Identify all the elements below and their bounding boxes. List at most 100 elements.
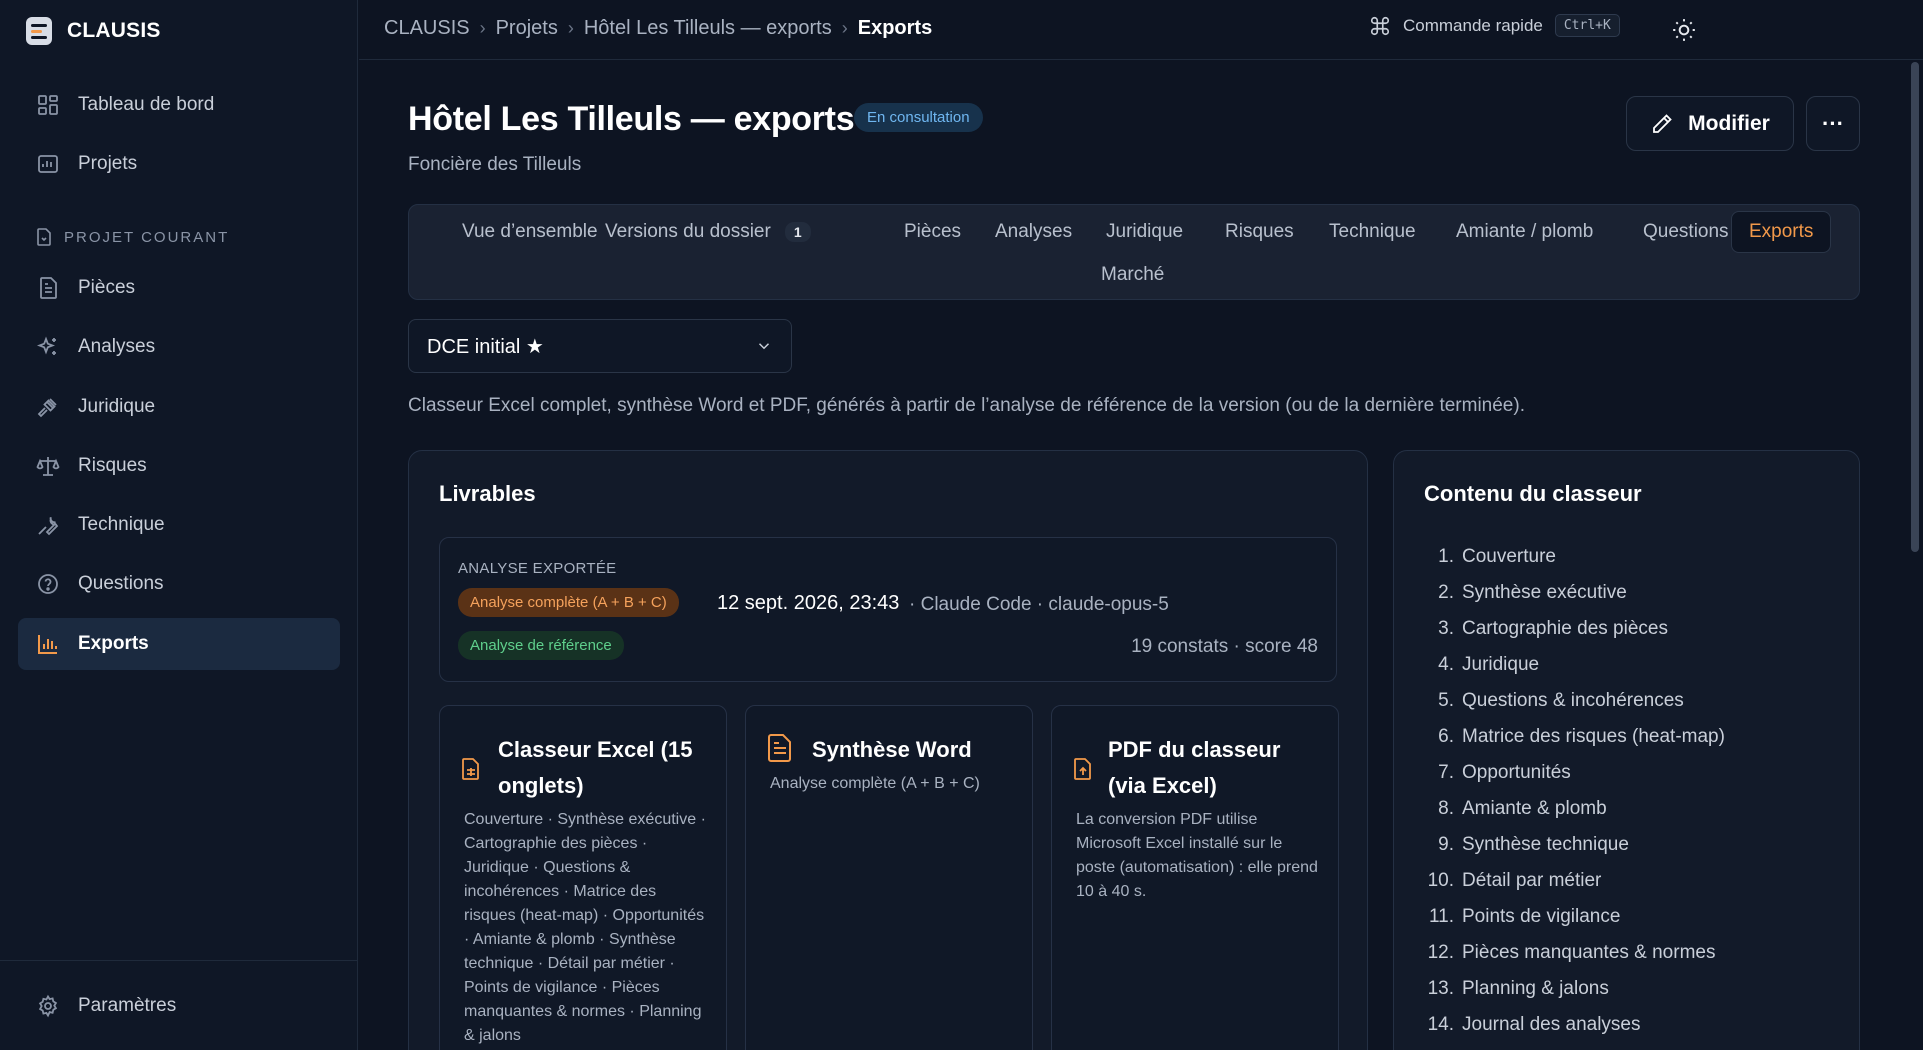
list-item: 13. Planning & jalons: [1424, 971, 1725, 1007]
brand[interactable]: CLAUSIS: [25, 14, 161, 48]
theme-toggle-button[interactable]: [1671, 17, 1697, 43]
list-item-number: 1.: [1438, 546, 1454, 567]
list-item-number: 6.: [1438, 726, 1454, 747]
help-circle-icon: [38, 574, 58, 594]
sidebar-item-label: Tableau de bord: [78, 94, 215, 115]
tab-questions[interactable]: Questions: [1626, 211, 1746, 253]
tab-analyses[interactable]: Analyses: [978, 211, 1089, 253]
logo-icon: [26, 17, 52, 45]
page-title: Hôtel Les Tilleuls — exports: [408, 100, 855, 138]
tab-count-badge: 1: [784, 222, 811, 242]
sidebar-item-technique[interactable]: Technique: [18, 499, 340, 551]
list-item-label: Opportunités: [1462, 762, 1571, 783]
list-item-label: Questions & incohérences: [1462, 690, 1684, 711]
list-item: 14. Journal des analyses: [1424, 1007, 1725, 1043]
list-item: 9. Synthèse technique: [1424, 827, 1725, 863]
list-item-label: Synthèse technique: [1462, 834, 1629, 855]
list-item: 8. Amiante & plomb: [1424, 791, 1725, 827]
word-card-title: Synthèse Word: [812, 737, 972, 762]
gear-icon: [38, 994, 58, 1018]
dashboard-icon: [38, 95, 58, 115]
sidebar-item-tableau-de-bord[interactable]: Tableau de bord: [18, 79, 340, 131]
more-icon: ···: [1822, 110, 1844, 136]
tab-versions-du-dossier[interactable]: Versions du dossier 1: [588, 211, 828, 253]
version-select[interactable]: DCE initial ★: [408, 319, 792, 373]
chevron-right-icon: ›: [479, 18, 486, 38]
quick-command-label: Commande rapide: [1403, 15, 1543, 35]
version-select-value: DCE initial ★: [427, 335, 544, 358]
tab-amiante-plomb[interactable]: Amiante / plomb: [1439, 211, 1610, 253]
sidebar: CLAUSIS Tableau de bord Projets PROJET C…: [0, 0, 358, 1050]
sidebar-item-juridique[interactable]: Juridique: [18, 381, 340, 433]
list-item-number: 9.: [1438, 834, 1454, 855]
word-export-card[interactable]: Synthèse Word Analyse complète (A + B + …: [745, 705, 1033, 1050]
pencil-icon: [1653, 113, 1672, 133]
breadcrumb-item[interactable]: Projets: [496, 17, 558, 40]
exports-description: Classeur Excel complet, synthèse Word et…: [408, 395, 1525, 416]
sidebar-item-risques[interactable]: Risques: [18, 440, 340, 492]
workbook-contents-list: 1. Couverture 2. Synthèse exécutive 3. Cartog…: [1424, 539, 1725, 1043]
list-item: 4. Juridique: [1424, 647, 1725, 683]
pdf-card-title: PDF du classeur (via Excel): [1108, 737, 1281, 798]
folder-icon: [37, 228, 51, 246]
pdf-export-card[interactable]: PDF du classeur (via Excel) La conversio…: [1051, 705, 1339, 1050]
list-item-label: Matrice des risques (heat-map): [1462, 726, 1725, 747]
sidebar-item-pieces[interactable]: Pièces: [18, 262, 340, 314]
sidebar-item-label: Juridique: [78, 396, 156, 417]
tab-bar: Vue d’ensemble Versions du dossier 1 Pièc…: [408, 204, 1860, 300]
list-item-label: Journal des analyses: [1462, 1014, 1641, 1035]
list-item: 5. Questions & incohérences: [1424, 683, 1725, 719]
sidebar-item-parametres[interactable]: Paramètres: [18, 980, 340, 1032]
chart-icon: [38, 155, 58, 173]
status-badge: En consultation: [854, 103, 983, 132]
wrench-icon: [38, 517, 59, 536]
pdf-card-description: La conversion PDF utilise Microsoft Exce…: [1076, 811, 1318, 900]
list-item: 7. Opportunités: [1424, 755, 1725, 791]
sidebar-item-label: Pièces: [78, 277, 136, 298]
tab-risques[interactable]: Risques: [1208, 211, 1311, 253]
file-text-icon: [768, 734, 791, 762]
breadcrumb-item[interactable]: Hôtel Les Tilleuls — exports: [584, 17, 832, 40]
sidebar-item-label: Exports: [78, 633, 149, 654]
tab-pieces[interactable]: Pièces: [887, 211, 978, 253]
scrollbar[interactable]: [1911, 62, 1919, 552]
quick-command-button[interactable]: Commande rapide Ctrl+K: [1369, 14, 1620, 37]
sidebar-item-exports[interactable]: Exports: [18, 618, 340, 670]
edit-button[interactable]: Modifier: [1626, 96, 1794, 151]
gavel-icon: [37, 398, 57, 418]
document-icon: [40, 277, 57, 299]
excel-export-card[interactable]: Classeur Excel (15 onglets) Couverture ·…: [439, 705, 727, 1050]
file-spreadsheet-icon: [462, 758, 479, 780]
tab-exports[interactable]: Exports: [1731, 211, 1832, 253]
sidebar-item-analyses[interactable]: Analyses: [18, 321, 340, 373]
tab-technique[interactable]: Technique: [1312, 211, 1433, 253]
list-item: 2. Synthèse exécutive: [1424, 575, 1725, 611]
sidebar-item-questions[interactable]: Questions: [18, 558, 340, 610]
scale-icon: [36, 457, 60, 476]
more-options-button[interactable]: ···: [1806, 96, 1860, 151]
breadcrumb-item[interactable]: CLAUSIS: [384, 17, 470, 40]
list-item-number: 11.: [1428, 906, 1454, 927]
word-card-description: Analyse complète (A + B + C): [770, 775, 980, 792]
list-item-number: 5.: [1438, 690, 1454, 711]
list-item: 1. Couverture: [1424, 539, 1725, 575]
list-item-number: 3.: [1438, 618, 1454, 639]
command-icon: [1370, 16, 1390, 35]
tab-juridique[interactable]: Juridique: [1089, 211, 1200, 253]
analysis-meta: · Claude Code · claude-opus-5: [909, 594, 1169, 615]
excel-card-title: Classeur Excel (15 onglets): [498, 737, 693, 798]
list-item-number: 2.: [1438, 582, 1454, 603]
sidebar-item-projets[interactable]: Projets: [18, 138, 340, 190]
list-item-number: 4.: [1438, 654, 1454, 675]
list-item: 10. Détail par métier: [1424, 863, 1725, 899]
chevron-down-icon: [758, 343, 770, 350]
list-item-number: 7.: [1438, 762, 1454, 783]
shortcut-badge: Ctrl+K: [1554, 14, 1620, 37]
tab-marche[interactable]: Marché: [1084, 254, 1181, 296]
list-item-number: 12.: [1427, 942, 1454, 963]
topbar: CLAUSIS › Projets › Hôtel Les Tilleuls —…: [359, 0, 1923, 60]
sidebar-item-label: Projets: [78, 153, 138, 174]
sidebar-item-label: Technique: [78, 514, 165, 535]
excel-card-description: Couverture · Synthèse exécutive · Cartog…: [464, 811, 706, 1044]
sidebar-item-label: Questions: [78, 573, 164, 594]
